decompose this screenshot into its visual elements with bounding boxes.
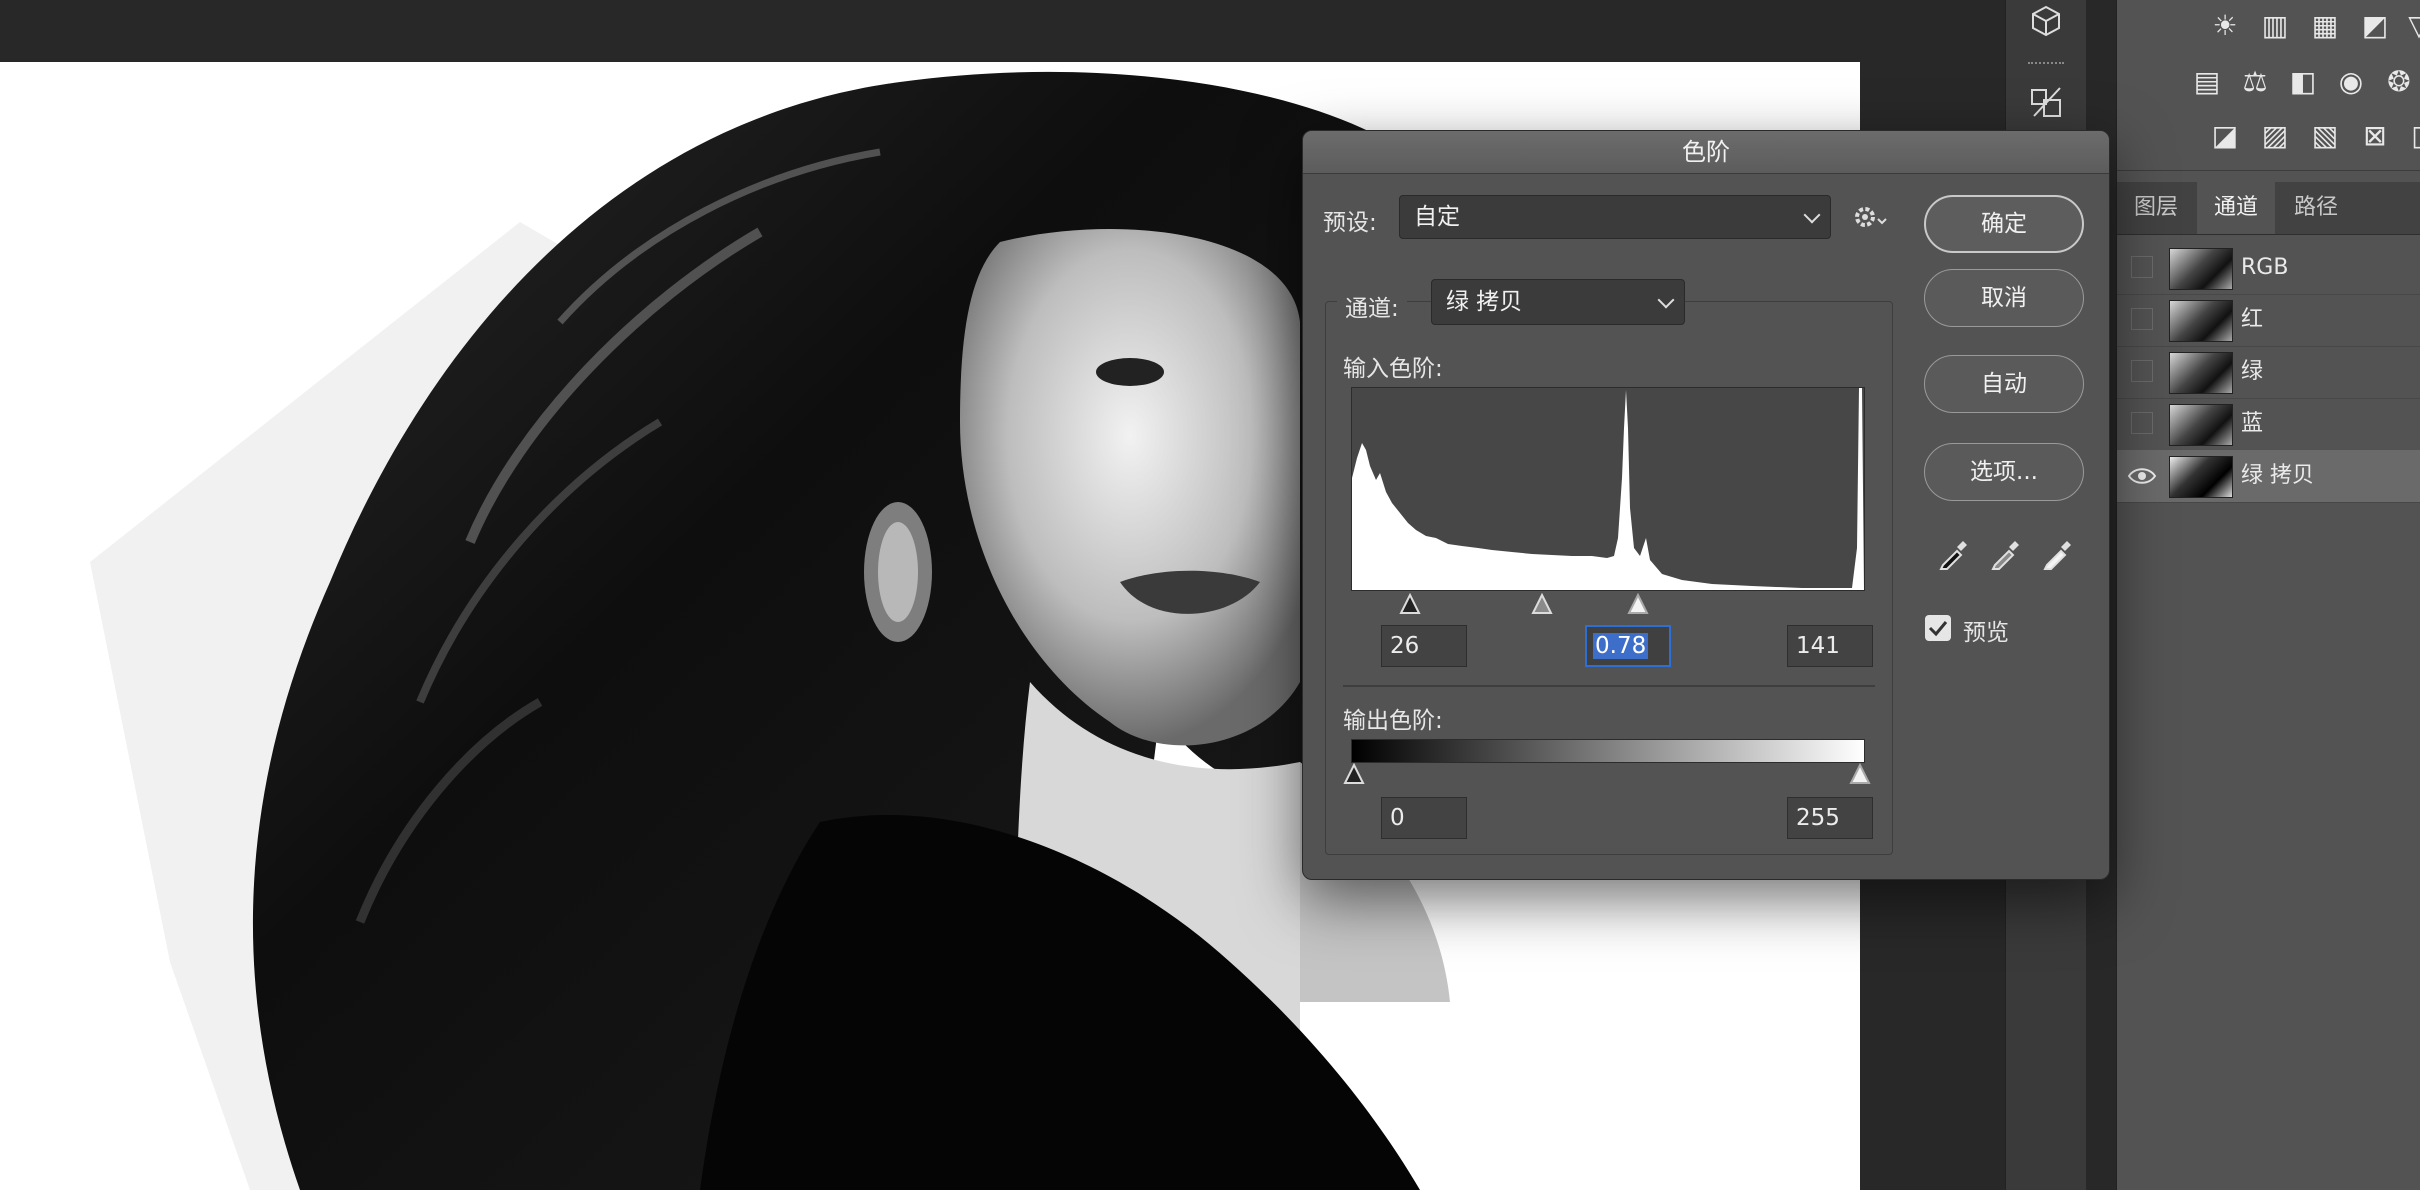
divider bbox=[1343, 685, 1875, 687]
input-white-slider[interactable] bbox=[1627, 593, 1649, 615]
right-panel: ☀ ▥ ▦ ◩ ▽ ▤ ⚖ ◧ ◉ ❂ ◪ ▨ ▧ ⊠ ▯ 图层 通道 路径 R… bbox=[2116, 0, 2420, 1190]
chevron-down-icon bbox=[1803, 206, 1821, 224]
channel-row-blue[interactable]: 蓝 bbox=[2117, 398, 2420, 451]
channel-thumbnail bbox=[2169, 404, 2233, 446]
curves-icon[interactable]: ▦ bbox=[2309, 10, 2341, 42]
tab-channels[interactable]: 通道 bbox=[2197, 182, 2275, 234]
black-eyedropper-icon[interactable] bbox=[1937, 537, 1971, 571]
adjustments-panel: ☀ ▥ ▦ ◩ ▽ ▤ ⚖ ◧ ◉ ❂ ◪ ▨ ▧ ⊠ ▯ bbox=[2117, 0, 2420, 171]
auto-button[interactable]: 自动 bbox=[1924, 355, 2084, 413]
hue-saturation-icon[interactable]: ▤ bbox=[2191, 66, 2223, 98]
preset-value: 自定 bbox=[1414, 204, 1460, 230]
channel-label: RGB bbox=[2241, 255, 2289, 280]
visibility-toggle[interactable] bbox=[2131, 256, 2153, 278]
input-gamma-value: 0.78 bbox=[1593, 633, 1649, 659]
properties-icon[interactable] bbox=[2026, 82, 2066, 122]
ok-button[interactable]: 确定 bbox=[1924, 195, 2084, 253]
channel-row-green-copy[interactable]: 绿 拷贝 bbox=[2117, 450, 2420, 503]
visibility-toggle[interactable] bbox=[2131, 308, 2153, 330]
panel-tabs: 图层 通道 路径 bbox=[2117, 182, 2420, 235]
preset-dropdown[interactable]: 自定 bbox=[1399, 195, 1831, 239]
visibility-toggle[interactable] bbox=[2131, 360, 2153, 382]
output-white-field[interactable]: 255 bbox=[1787, 797, 1873, 839]
output-white-slider[interactable] bbox=[1849, 763, 1871, 785]
channel-thumbnail bbox=[2169, 456, 2233, 498]
color-balance-icon[interactable]: ⚖ bbox=[2239, 66, 2271, 98]
channel-label: 绿 bbox=[2241, 359, 2264, 384]
document-tab-bar bbox=[0, 0, 1995, 62]
input-white-field[interactable]: 141 bbox=[1787, 625, 1873, 667]
invert-icon[interactable]: ◪ bbox=[2209, 120, 2241, 152]
channel-row-red[interactable]: 红 bbox=[2117, 294, 2420, 347]
cancel-button[interactable]: 取消 bbox=[1924, 269, 2084, 327]
gray-eyedropper-icon[interactable] bbox=[1989, 537, 2023, 571]
gear-icon[interactable] bbox=[1851, 201, 1891, 233]
channel-label: 通道: bbox=[1337, 289, 1407, 323]
channel-thumbnail bbox=[2169, 300, 2233, 342]
preview-label: 预览 bbox=[1963, 620, 2009, 646]
channel-label: 红 bbox=[2241, 307, 2264, 332]
gradient-map-icon[interactable]: ⊠ bbox=[2359, 120, 2391, 152]
options-button[interactable]: 选项... bbox=[1924, 443, 2084, 501]
channel-value: 绿 拷贝 bbox=[1446, 289, 1523, 315]
eye-icon[interactable] bbox=[2127, 462, 2157, 490]
levels-icon[interactable]: ▥ bbox=[2259, 10, 2291, 42]
photo-filter-icon[interactable]: ◉ bbox=[2335, 66, 2367, 98]
channel-label: 绿 拷贝 bbox=[2241, 463, 2314, 488]
channel-label: 蓝 bbox=[2241, 411, 2264, 436]
posterize-icon[interactable]: ▨ bbox=[2259, 120, 2291, 152]
exposure-icon[interactable]: ◩ bbox=[2359, 10, 2391, 42]
3d-icon[interactable] bbox=[2028, 4, 2064, 40]
dialog-title: 色阶 bbox=[1303, 131, 2109, 174]
panel-grip[interactable] bbox=[2028, 62, 2064, 68]
output-levels-label: 输出色阶: bbox=[1343, 708, 1443, 734]
histogram bbox=[1351, 387, 1865, 591]
brightness-icon[interactable]: ☀ bbox=[2209, 10, 2241, 42]
histogram-graph bbox=[1352, 388, 1864, 590]
channel-mixer-icon[interactable]: ❂ bbox=[2383, 66, 2415, 98]
tab-layers[interactable]: 图层 bbox=[2117, 182, 2195, 234]
selective-color-icon[interactable]: ▯ bbox=[2403, 120, 2420, 152]
channel-row-rgb[interactable]: RGB bbox=[2117, 242, 2420, 295]
output-black-field[interactable]: 0 bbox=[1381, 797, 1467, 839]
input-gamma-slider[interactable] bbox=[1531, 593, 1553, 615]
vibrance-icon[interactable]: ▽ bbox=[2403, 10, 2420, 42]
preview-checkbox[interactable] bbox=[1925, 615, 1951, 641]
black-white-icon[interactable]: ◧ bbox=[2287, 66, 2319, 98]
chevron-down-icon bbox=[1657, 291, 1675, 309]
preset-label: 预设: bbox=[1323, 210, 1377, 236]
output-gradient bbox=[1351, 739, 1865, 763]
output-black-slider[interactable] bbox=[1343, 763, 1365, 785]
levels-dialog: 色阶 预设: 自定 通道: 绿 拷贝 输入色阶: 26 0.78 141 输出色… bbox=[1302, 130, 2110, 880]
white-eyedropper-icon[interactable] bbox=[2041, 537, 2075, 571]
channel-row-green[interactable]: 绿 bbox=[2117, 346, 2420, 399]
input-gamma-field[interactable]: 0.78 bbox=[1585, 625, 1671, 667]
channel-dropdown[interactable]: 绿 拷贝 bbox=[1431, 279, 1685, 325]
checkmark-icon bbox=[1928, 621, 1948, 637]
input-levels-label: 输入色阶: bbox=[1343, 356, 1443, 382]
channel-thumbnail bbox=[2169, 248, 2233, 290]
channel-thumbnail bbox=[2169, 352, 2233, 394]
tab-paths[interactable]: 路径 bbox=[2277, 182, 2355, 234]
input-black-slider[interactable] bbox=[1399, 593, 1421, 615]
input-black-field[interactable]: 26 bbox=[1381, 625, 1467, 667]
visibility-toggle[interactable] bbox=[2131, 412, 2153, 434]
threshold-icon[interactable]: ▧ bbox=[2309, 120, 2341, 152]
